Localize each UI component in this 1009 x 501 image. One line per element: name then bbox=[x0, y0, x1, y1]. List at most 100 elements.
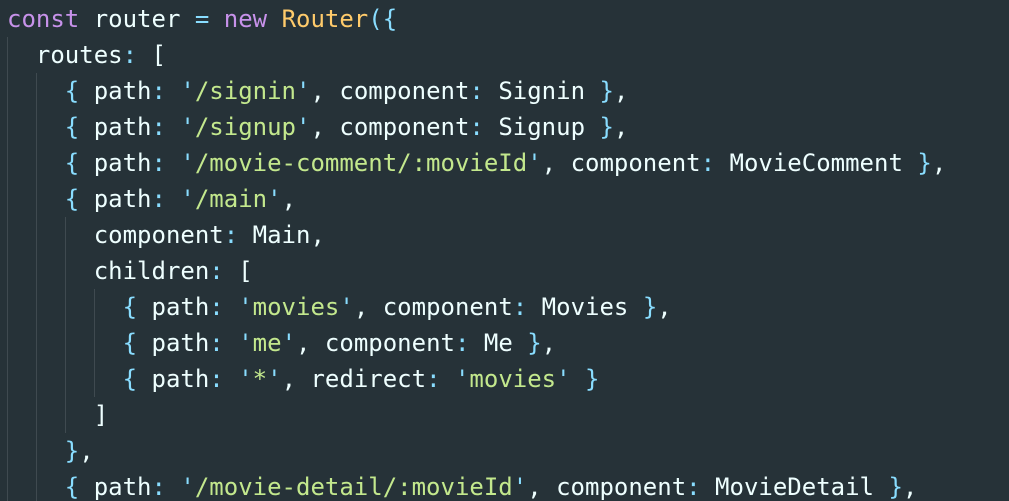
code-line[interactable]: { path: '/signup', component: Signup }, bbox=[0, 109, 946, 145]
indent-guide bbox=[35, 325, 37, 361]
code-token: component bbox=[339, 77, 470, 105]
code-token: ' bbox=[267, 365, 282, 393]
code-token: MovieDetail bbox=[700, 473, 889, 501]
indent-guide bbox=[7, 433, 8, 469]
code-token: ' bbox=[296, 77, 311, 105]
code-token: path bbox=[93, 185, 152, 213]
code-token: ' bbox=[339, 293, 354, 321]
code-token: } bbox=[599, 113, 614, 141]
code-token: Router bbox=[281, 5, 369, 33]
code-token: component bbox=[324, 329, 455, 357]
code-token: ' bbox=[281, 329, 297, 357]
code-token: = bbox=[194, 5, 210, 33]
code-token: , bbox=[931, 149, 947, 177]
code-token: , bbox=[613, 113, 629, 141]
code-token: new bbox=[223, 5, 268, 33]
code-token: [ bbox=[223, 257, 253, 285]
indent-guide bbox=[7, 397, 8, 433]
indentation bbox=[7, 41, 36, 69]
code-token: , bbox=[541, 329, 557, 357]
code-token: : bbox=[469, 113, 484, 141]
code-token: : bbox=[209, 365, 224, 393]
code-token: , bbox=[657, 293, 672, 321]
code-token: : bbox=[151, 77, 166, 105]
code-token: { bbox=[64, 473, 80, 501]
code-area[interactable]: const router = new Router({ routes: [ { … bbox=[0, 1, 946, 501]
code-line[interactable]: { path: 'me', component: Me }, bbox=[0, 325, 946, 361]
code-token: redirect bbox=[310, 365, 427, 393]
code-token: * bbox=[252, 365, 268, 393]
code-token: path bbox=[93, 77, 152, 105]
code-token: , bbox=[310, 77, 340, 105]
indent-guide bbox=[35, 433, 37, 469]
code-line[interactable]: { path: '*', redirect: 'movies' } bbox=[0, 361, 946, 397]
code-line[interactable]: ] bbox=[0, 397, 946, 433]
code-token: ' bbox=[296, 113, 311, 141]
code-token: , bbox=[613, 77, 629, 105]
code-token: : bbox=[151, 149, 166, 177]
code-editor[interactable]: const router = new Router({ routes: [ { … bbox=[0, 0, 1009, 501]
code-token: , bbox=[296, 329, 325, 357]
code-token: { bbox=[64, 113, 80, 141]
indent-guide bbox=[35, 289, 37, 325]
code-token: ' bbox=[180, 185, 195, 213]
code-line[interactable]: routes: [ bbox=[0, 37, 946, 73]
code-line[interactable]: const router = new Router({ bbox=[0, 1, 946, 37]
code-token: MovieComment bbox=[715, 149, 918, 177]
code-token: , bbox=[281, 185, 297, 213]
indent-guide bbox=[35, 109, 37, 145]
code-line[interactable]: { path: '/movie-detail/:movieId', compon… bbox=[0, 469, 946, 501]
code-token: /movie-comment/:movieId bbox=[194, 149, 528, 177]
code-token: /movie-detail/:movieId bbox=[194, 473, 513, 501]
code-line[interactable]: children: [ bbox=[0, 253, 946, 289]
code-token: : bbox=[209, 257, 224, 285]
code-token: : bbox=[512, 293, 528, 321]
indent-guide bbox=[7, 253, 8, 289]
code-token: } bbox=[888, 473, 903, 501]
indent-guide bbox=[7, 145, 8, 181]
code-token: : bbox=[209, 329, 224, 357]
code-token: routes bbox=[35, 41, 123, 69]
code-token: component bbox=[382, 293, 513, 321]
code-line[interactable]: { path: '/signin', component: Signin }, bbox=[0, 73, 946, 109]
code-line[interactable]: }, bbox=[0, 433, 946, 469]
code-token: router bbox=[79, 5, 195, 33]
code-line[interactable]: component: Main, bbox=[0, 217, 946, 253]
code-line[interactable]: { path: '/main', bbox=[0, 181, 946, 217]
code-token: { bbox=[64, 77, 80, 105]
code-token: : bbox=[122, 41, 138, 69]
code-token: , bbox=[310, 113, 340, 141]
code-token: component bbox=[556, 473, 687, 501]
code-token: , bbox=[902, 473, 918, 501]
code-token: , bbox=[527, 473, 557, 501]
code-line[interactable]: { path: '/movie-comment/:movieId', compo… bbox=[0, 145, 946, 181]
code-token: Signup bbox=[483, 113, 600, 141]
indent-guide bbox=[7, 217, 8, 253]
code-token: Me bbox=[469, 329, 528, 357]
code-token: path bbox=[93, 113, 152, 141]
code-token: path bbox=[151, 329, 210, 357]
code-token: , bbox=[79, 437, 94, 465]
indent-guide bbox=[35, 361, 37, 397]
code-token: ' bbox=[527, 149, 542, 177]
indent-guide bbox=[7, 289, 8, 325]
code-token: ' bbox=[180, 149, 195, 177]
code-token: ' bbox=[512, 473, 528, 501]
code-line[interactable]: { path: 'movies', component: Movies }, bbox=[0, 289, 946, 325]
code-token: ' bbox=[180, 113, 195, 141]
indent-guide bbox=[64, 253, 66, 289]
